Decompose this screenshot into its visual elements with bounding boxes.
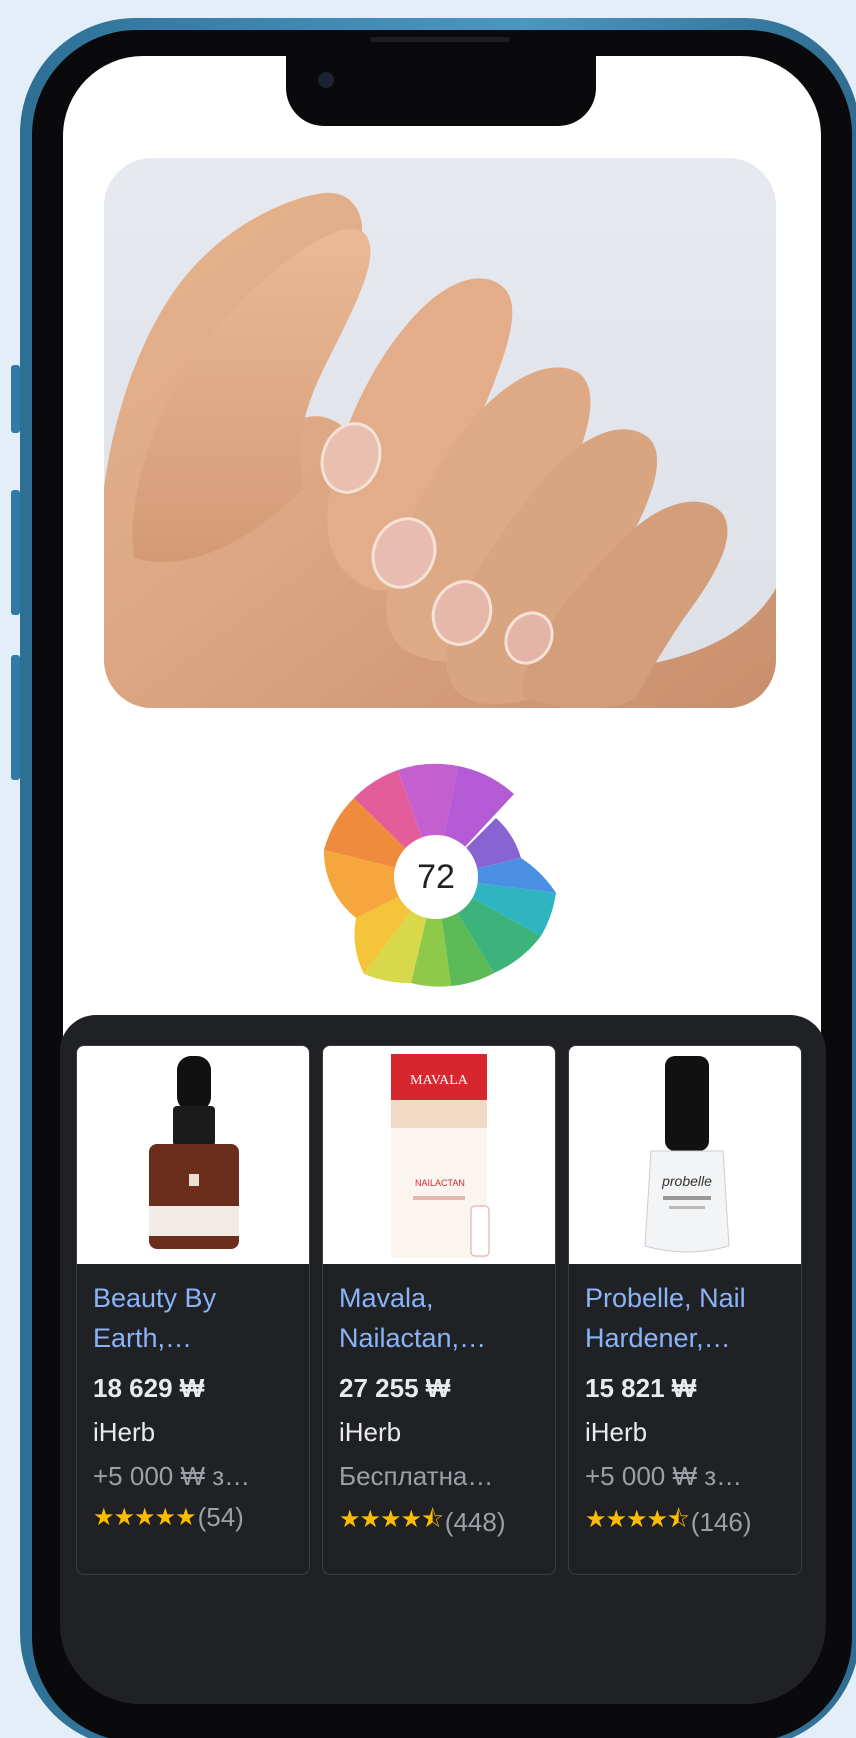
nailactan-product-text: NAILACTAN — [415, 1178, 465, 1188]
product-store: iHerb — [339, 1417, 402, 1447]
mute-switch — [11, 365, 20, 433]
product-card[interactable]: Beauty By Earth,… 18 629 ₩ iHerb +5 000 … — [76, 1045, 310, 1575]
product-store: iHerb — [93, 1417, 156, 1447]
speaker-grille — [370, 37, 510, 42]
product-title[interactable]: Probelle, Nail Hardener,… — [585, 1278, 785, 1358]
notch — [286, 56, 596, 126]
shopping-panel-bottom — [60, 1560, 826, 1704]
product-image[interactable] — [77, 1046, 309, 1264]
star-icon: ★★★★⯪ — [339, 1506, 444, 1533]
product-card[interactable]: MAVALA NAILACTAN Mavala, Nailactan,… 27 … — [322, 1045, 556, 1575]
review-count: (448) — [444, 1507, 506, 1537]
product-shipping: +5 000 ₩ з… — [585, 1461, 743, 1491]
mavala-brand-text: MAVALA — [410, 1073, 469, 1088]
product-price: 18 629 ₩ — [93, 1373, 205, 1403]
probelle-brand-text: probelle — [661, 1173, 712, 1189]
product-rating: ★★★★⯪ (448) — [339, 1502, 539, 1543]
score-value: 72 — [394, 835, 478, 919]
star-icon: ★★★★★ — [93, 1504, 197, 1531]
hand-nails-image[interactable] — [104, 158, 776, 708]
product-shipping: +5 000 ₩ з… — [93, 1461, 251, 1491]
review-count: (146) — [690, 1507, 752, 1537]
product-image[interactable]: MAVALA NAILACTAN — [323, 1046, 555, 1264]
front-camera — [318, 72, 334, 88]
review-count: (54) — [197, 1502, 244, 1532]
product-store: iHerb — [585, 1417, 648, 1447]
star-icon: ★★★★⯪ — [585, 1506, 690, 1533]
product-image[interactable]: probelle — [569, 1046, 801, 1264]
volume-down-button — [11, 655, 20, 780]
volume-up-button — [11, 490, 20, 615]
product-card[interactable]: probelle Probelle, Nail Hardener,… 15 82… — [568, 1045, 802, 1575]
product-price: 15 821 ₩ — [585, 1373, 697, 1403]
product-title[interactable]: Beauty By Earth,… — [93, 1278, 293, 1358]
product-price: 27 255 ₩ — [339, 1373, 451, 1403]
product-rating: ★★★★⯪ (146) — [585, 1502, 785, 1543]
product-rating: ★★★★★ (54) — [93, 1502, 293, 1533]
product-shipping: Бесплатна… — [339, 1461, 494, 1491]
product-title[interactable]: Mavala, Nailactan,… — [339, 1278, 539, 1358]
score-wheel[interactable]: 72 — [304, 760, 566, 1012]
